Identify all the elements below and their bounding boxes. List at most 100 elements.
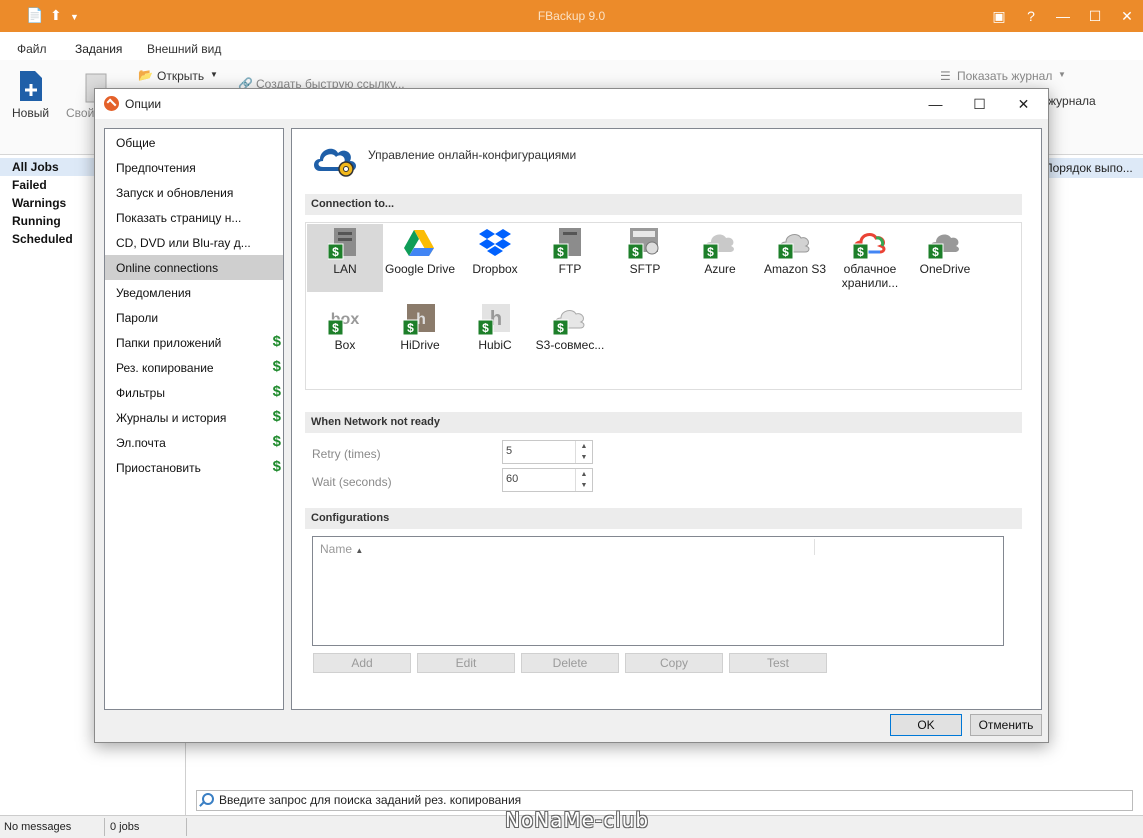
filter-all-jobs[interactable]: All Jobs: [12, 160, 59, 174]
help-icon[interactable]: ?: [1015, 0, 1047, 32]
nav-item[interactable]: Журналы и история $: [105, 405, 283, 430]
test-config-button[interactable]: Test: [729, 653, 827, 673]
azure-icon: $: [702, 226, 737, 260]
dialog-close-button[interactable]: ✕: [1001, 89, 1046, 119]
nav-item-label: Уведомления: [116, 286, 192, 300]
fbackup-logo-icon: [104, 96, 119, 111]
amazon-s3-icon: $: [777, 226, 812, 260]
connection-amazon-s3[interactable]: $ Amazon S3: [757, 224, 833, 292]
tab-file[interactable]: Файл: [17, 42, 47, 56]
nav-item[interactable]: CD, DVD или Blu-ray д...: [105, 230, 283, 255]
nav-item[interactable]: Запуск и обновления: [105, 180, 283, 205]
paid-feature-icon: $: [272, 358, 281, 375]
delete-config-button[interactable]: Delete: [521, 653, 619, 673]
nav-item[interactable]: Рез. копирование $: [105, 355, 283, 380]
connection-label: FTP: [558, 262, 582, 276]
tab-jobs[interactable]: Задания: [64, 42, 133, 62]
dialog-title: Опции: [125, 97, 162, 111]
connection-hidrive[interactable]: h $ HiDrive: [382, 300, 458, 368]
show-log-dropdown-icon[interactable]: ▼: [1058, 70, 1066, 79]
connection-google-cloud[interactable]: $ облачное хранили...: [832, 224, 908, 292]
connection-s3-compatible[interactable]: $ S3-совмес...: [532, 300, 608, 368]
close-button[interactable]: ✕: [1111, 0, 1143, 32]
ftp-icon: $: [552, 226, 587, 260]
connection-ftp[interactable]: $ FTP: [532, 224, 608, 292]
properties-button[interactable]: Свой: [66, 106, 94, 120]
connection-label: S3-совмес...: [535, 338, 605, 352]
maximize-button[interactable]: ☐: [1079, 0, 1111, 32]
retry-spinner[interactable]: 5 ▲ ▼: [502, 440, 593, 464]
nav-item-label: Пароли: [116, 311, 159, 325]
ok-button[interactable]: OK: [890, 714, 962, 736]
log-button[interactable]: журнала: [1048, 94, 1096, 108]
nav-item[interactable]: Предпочтения: [105, 155, 283, 180]
cancel-button[interactable]: Отменить: [970, 714, 1042, 736]
nav-item[interactable]: Уведомления: [105, 280, 283, 305]
filter-warnings[interactable]: Warnings: [12, 196, 66, 210]
dropbox-icon: [478, 226, 512, 260]
connection-sftp[interactable]: $ SFTP: [607, 224, 683, 292]
nav-item[interactable]: Пароли: [105, 305, 283, 330]
svg-text:$: $: [857, 245, 864, 259]
nav-item-label: Запуск и обновления: [116, 186, 234, 200]
add-config-button[interactable]: Add: [313, 653, 411, 673]
retry-down-icon[interactable]: ▼: [576, 452, 592, 463]
connection-dropbox[interactable]: Dropbox: [457, 224, 533, 292]
wait-value: 60: [506, 473, 519, 485]
minimize-button[interactable]: —: [1047, 0, 1079, 32]
copy-config-button[interactable]: Copy: [625, 653, 723, 673]
retry-up-icon[interactable]: ▲: [576, 441, 592, 452]
nav-item[interactable]: Приостановить $: [105, 455, 283, 480]
open-icon[interactable]: 📂: [138, 68, 153, 82]
wait-spinner[interactable]: 60 ▲ ▼: [502, 468, 593, 492]
svg-text:$: $: [932, 245, 939, 259]
dialog-minimize-button[interactable]: —: [913, 89, 958, 119]
jobs-column-header[interactable]: Порядок выпо...: [1040, 158, 1143, 178]
connection-label: HiDrive: [400, 338, 440, 352]
dialog-maximize-button[interactable]: ☐: [957, 89, 1002, 119]
open-button[interactable]: Открыть: [157, 69, 204, 83]
connection-box[interactable]: box $ Box: [307, 300, 383, 368]
hubic-icon: h $: [477, 302, 512, 336]
new-job-button[interactable]: Новый: [12, 106, 49, 120]
google-cloud-icon: $: [852, 226, 887, 260]
svg-text:$: $: [632, 245, 639, 259]
edit-config-button[interactable]: Edit: [417, 653, 515, 673]
svg-text:$: $: [332, 321, 339, 335]
svg-text:$: $: [707, 245, 714, 259]
watermark: NoNaMe-club: [505, 808, 650, 832]
hidrive-icon: h $: [402, 302, 437, 336]
connection-google-drive[interactable]: Google Drive: [382, 224, 458, 292]
nav-item[interactable]: Фильтры $: [105, 380, 283, 405]
paid-feature-icon: $: [272, 333, 281, 350]
sftp-icon: $: [627, 226, 662, 260]
wait-up-icon[interactable]: ▲: [576, 469, 592, 480]
connection-label: HubiC: [478, 338, 512, 352]
connection-azure[interactable]: $ Azure: [682, 224, 758, 292]
nav-item[interactable]: Папки приложений $: [105, 330, 283, 355]
paid-feature-icon: $: [272, 433, 281, 450]
fullscreen-icon[interactable]: ▣: [983, 0, 1015, 32]
connection-lan[interactable]: $ LAN: [307, 224, 383, 292]
new-job-icon[interactable]: [18, 70, 44, 102]
name-column-header[interactable]: Name ▲: [320, 542, 363, 556]
job-search-input[interactable]: Введите запрос для поиска заданий рез. к…: [196, 790, 1133, 811]
show-log-button[interactable]: Показать журнал: [957, 69, 1052, 83]
configurations-list[interactable]: Name ▲: [312, 536, 1004, 646]
sort-ascending-icon: ▲: [355, 546, 364, 555]
connection-onedrive[interactable]: $ OneDrive: [907, 224, 983, 292]
nav-item[interactable]: Online connections: [105, 255, 283, 280]
nav-item-label: Показать страницу н...: [116, 211, 242, 225]
wait-down-icon[interactable]: ▼: [576, 480, 592, 491]
filter-failed[interactable]: Failed: [12, 178, 47, 192]
svg-text:$: $: [557, 321, 564, 335]
open-dropdown-icon[interactable]: ▼: [210, 70, 218, 79]
nav-item[interactable]: Показать страницу н...: [105, 205, 283, 230]
filter-running[interactable]: Running: [12, 214, 61, 228]
nav-item[interactable]: Общие: [105, 130, 283, 155]
nav-item[interactable]: Эл.почта $: [105, 430, 283, 455]
connection-label: Google Drive: [384, 262, 456, 276]
filter-scheduled[interactable]: Scheduled: [12, 232, 73, 246]
tab-view[interactable]: Внешний вид: [147, 42, 221, 56]
connection-hubic[interactable]: h $ HubiC: [457, 300, 533, 368]
